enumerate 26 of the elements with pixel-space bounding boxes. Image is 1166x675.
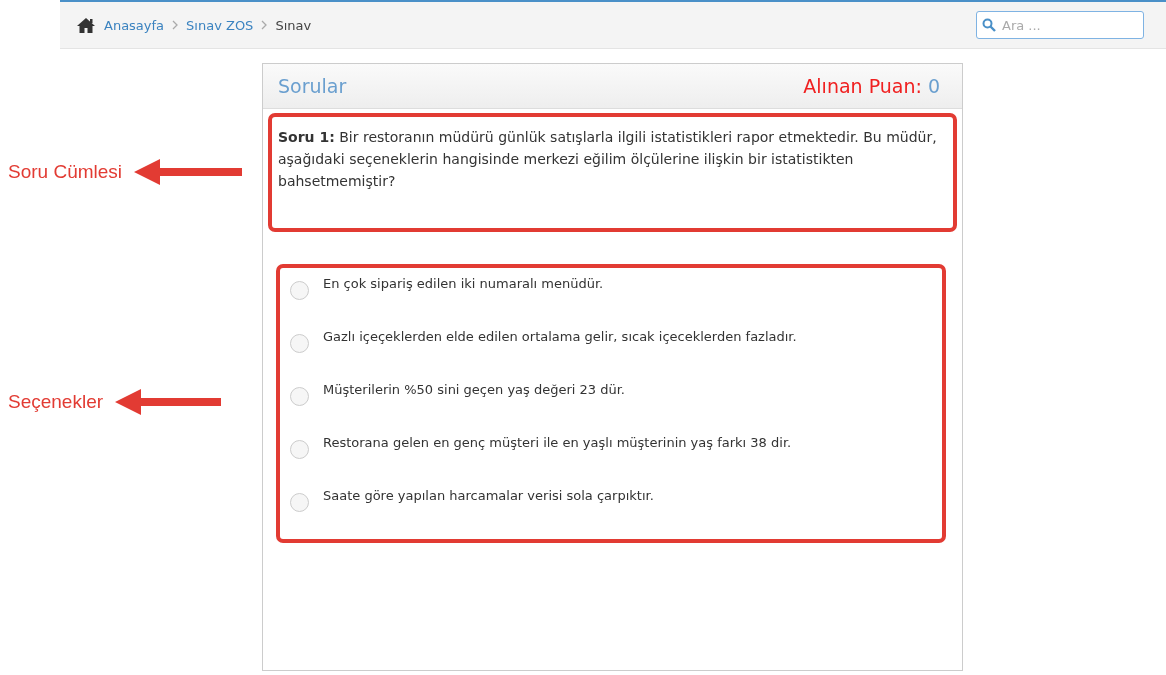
radio-button[interactable]: [290, 493, 309, 512]
radio-button[interactable]: [290, 387, 309, 406]
breadcrumb-link[interactable]: Anasayfa: [104, 17, 165, 33]
search-field[interactable]: Ara ...: [976, 11, 1144, 39]
radio-button[interactable]: [290, 440, 309, 459]
arrow-icon: [115, 388, 222, 416]
breadcrumb-current: Sınav: [275, 17, 312, 33]
chevron-icon: [261, 20, 268, 30]
home-icon[interactable]: [76, 17, 96, 33]
option-text[interactable]: Saate göre yapılan harcamalar verisi sola çarpıktır.: [323, 486, 654, 503]
annotation-label: Seçenekler: [8, 391, 104, 413]
arrow-icon: [134, 158, 243, 186]
chevron-icon: [172, 20, 179, 30]
option-text[interactable]: Restorana gelen en genç müşteri ile en yaşlı müşterinin yaş farkı 38 dir.: [323, 433, 792, 450]
breadcrumb-link[interactable]: Sınav ZOS: [186, 17, 254, 33]
radio-button[interactable]: [290, 281, 309, 300]
score-value: 0: [927, 75, 940, 97]
panel-title: Sorular: [278, 75, 347, 97]
annotation-label: Soru Cümlesi: [8, 161, 123, 183]
question-text: Soru 1: Bir restoranın müdürü günlük satışlarla ilgili istatistikleri rapor etmektedir. Bu müdür, aşağıdaki seçeneklerin hangisinde merkezi eğilim ölçülerine ilişkin bir istatistikten bahsetmemiştir?: [278, 129, 937, 189]
option-text[interactable]: En çok sipariş edilen iki numaralı menüdür.: [323, 274, 604, 291]
option-text[interactable]: Müşterilerin %50 sini geçen yaş değeri 23 dür.: [323, 380, 625, 397]
search-icon: [982, 18, 996, 32]
radio-button[interactable]: [290, 334, 309, 353]
option-text[interactable]: Gazlı içeçeklerden elde edilen ortalama gelir, sıcak içeceklerden fazladır.: [323, 327, 797, 344]
score-label: Alınan Puan:: [803, 75, 922, 97]
